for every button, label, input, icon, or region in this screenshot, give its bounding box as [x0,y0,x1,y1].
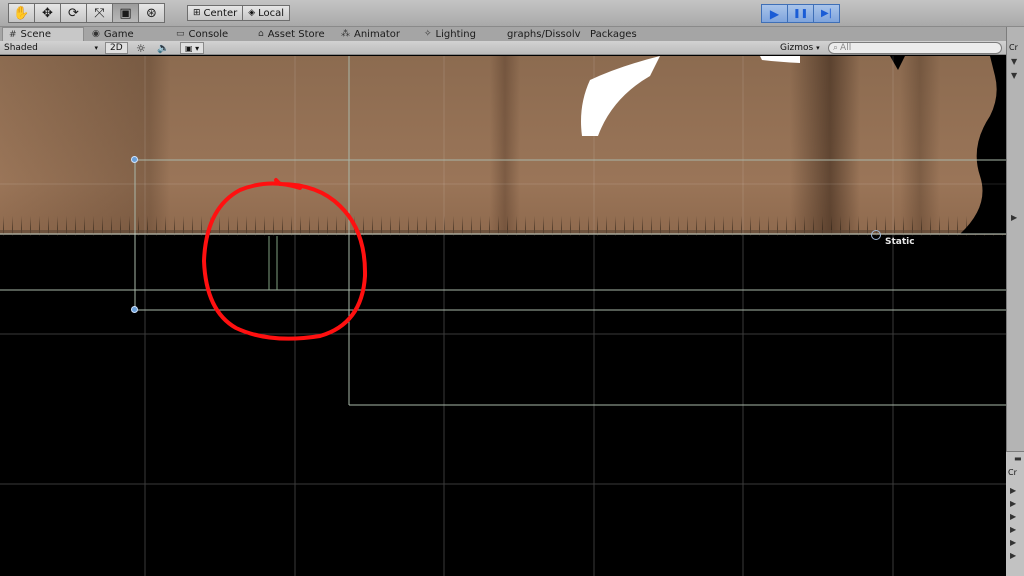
scene-view[interactable]: Static [0,56,1006,576]
draw-mode-dropdown[interactable]: Shaded ▾ [4,42,100,54]
tab-animator[interactable]: ⁂ Animator [341,27,400,41]
collider-outlines [0,56,1006,406]
editor-tabbar: # Scene ◉ Game ▭ Console ⌂ Asset Store ⁂… [0,27,1008,41]
tab-lighting-label: Lighting [435,28,476,40]
rect-tool-button[interactable]: ▣ [112,3,139,23]
transform-icon: ⊛ [146,5,157,21]
scene-toolbar: Shaded ▾ 2D ☼ 🔈 ▣ ▾ Gizmos ▾ ⌕ All [0,41,1008,55]
chevron-down-icon: ▾ [816,44,820,52]
hand-tool-button[interactable]: ✋ [8,3,35,23]
chevron-right-icon[interactable]: ▶ [1010,525,1016,534]
tab-packages[interactable]: Packages [590,27,637,41]
tab-scene-label: Scene [20,29,52,40]
transform-tools: ✋ ✥ ⟳ ⤧ ▣ ⊛ [8,3,165,23]
lighting-icon: ✧ [424,29,432,39]
white-sprite-shape-small [760,56,800,63]
tab-asset-store[interactable]: ⌂ Asset Store [258,27,325,41]
space-label: Local [258,7,285,19]
pause-icon: ❚❚ [792,8,809,19]
pivot-controls: ⊞ Center ◈ Local [187,5,291,21]
chevron-right-icon[interactable]: ▶ [1010,486,1016,495]
sun-icon: ☼ [136,41,146,55]
toggle-2d-label: 2D [105,42,128,54]
grid-icon: # [9,29,17,40]
search-placeholder: All [840,43,852,53]
hand-icon: ✋ [13,5,30,21]
play-controls: ▶ ❚❚ ▶| [761,4,840,23]
rect-icon: ▣ [119,5,132,21]
project-panel-tab[interactable]: Cr [1008,468,1017,477]
store-icon: ⌂ [258,29,264,39]
rect-handle-top-left[interactable] [131,156,138,163]
transform-tool-button[interactable]: ⊛ [138,3,165,23]
character-silhouette [960,56,1006,234]
chevron-right-icon[interactable]: ▶ [1010,538,1016,547]
tab-console[interactable]: ▭ Console [176,27,228,41]
image-icon: ▣ ▾ [180,42,205,54]
move-tool-button[interactable]: ✥ [34,3,61,23]
gizmos-dropdown[interactable]: Gizmos ▾ [780,42,820,54]
chevron-down-icon[interactable]: ▼ [1011,57,1017,66]
project-panel: ▬ Cr ▶ ▶ ▶ ▶ ▶ ▶ [1006,451,1024,576]
play-icon: ▶ [769,6,780,21]
pivot-local-button[interactable]: ◈ Local [242,5,291,21]
animator-icon: ⁂ [341,29,350,39]
folder-icon: ▬ [1014,454,1022,463]
static-gizmo-icon[interactable] [871,230,881,240]
silhouette-fragment [890,56,905,70]
search-icon: ⌕ [833,43,839,53]
effects-dropdown[interactable]: ▣ ▾ [180,42,205,54]
tab-lighting[interactable]: ✧ Lighting [424,27,476,41]
audio-toggle[interactable]: 🔈 [157,42,169,54]
scene-grid-upper [0,56,1006,234]
chevron-right-icon[interactable]: ▶ [1011,213,1017,222]
step-button[interactable]: ▶| [813,4,840,23]
move-icon: ✥ [42,5,53,21]
gamepad-icon: ◉ [92,29,100,39]
tab-animator-label: Animator [354,28,400,40]
chevron-down-icon: ▾ [94,44,98,52]
draw-mode-label: Shaded [4,43,38,53]
tab-console-label: Console [188,28,229,40]
scene-overlay [0,56,1006,576]
cube-icon: ◈ [248,8,256,18]
tab-shadergraph-label: graphs/Dissolv [507,28,581,40]
tab-asset-store-label: Asset Store [267,28,325,40]
toggle-2d-button[interactable]: 2D [105,42,128,54]
rect-handle-bottom-left[interactable] [131,306,138,313]
scene-search-input[interactable]: ⌕ All [828,42,1002,54]
tab-game-label: Game [103,28,134,40]
rotate-icon: ⟳ [68,5,79,21]
console-icon: ▭ [176,29,185,39]
pivot-icon: ⊞ [193,8,201,18]
thin-collider-marks [268,236,278,290]
red-annotation-circle [201,178,368,341]
chevron-right-icon[interactable]: ▶ [1010,551,1016,560]
pause-button[interactable]: ❚❚ [787,4,814,23]
chevron-right-icon[interactable]: ▶ [1010,499,1016,508]
scale-icon: ⤧ [94,5,105,21]
chevron-down-icon[interactable]: ▼ [1011,71,1017,80]
play-button[interactable]: ▶ [761,4,788,23]
pivot-center-button[interactable]: ⊞ Center [187,5,244,21]
static-label: Static [885,237,915,247]
pivot-label: Center [203,7,238,19]
white-sprite-shape [581,56,660,136]
speaker-icon: 🔈 [157,42,170,54]
tab-scene[interactable]: # Scene [2,27,84,41]
tab-shadergraph[interactable]: graphs/Dissolv [507,27,581,41]
rotate-tool-button[interactable]: ⟳ [60,3,87,23]
lighting-toggle[interactable]: ☼ [136,41,146,55]
chevron-right-icon[interactable]: ▶ [1010,512,1016,521]
right-panel-tab[interactable]: Cr [1009,43,1018,52]
gizmos-label: Gizmos [780,43,814,53]
scale-tool-button[interactable]: ⤧ [86,3,113,23]
main-toolbar: ✋ ✥ ⟳ ⤧ ▣ ⊛ ⊞ Center ◈ Local ▶ ❚❚ ▶| [0,0,1024,27]
tab-game[interactable]: ◉ Game [92,27,134,41]
step-icon: ▶| [820,8,833,19]
tab-packages-label: Packages [590,28,637,40]
